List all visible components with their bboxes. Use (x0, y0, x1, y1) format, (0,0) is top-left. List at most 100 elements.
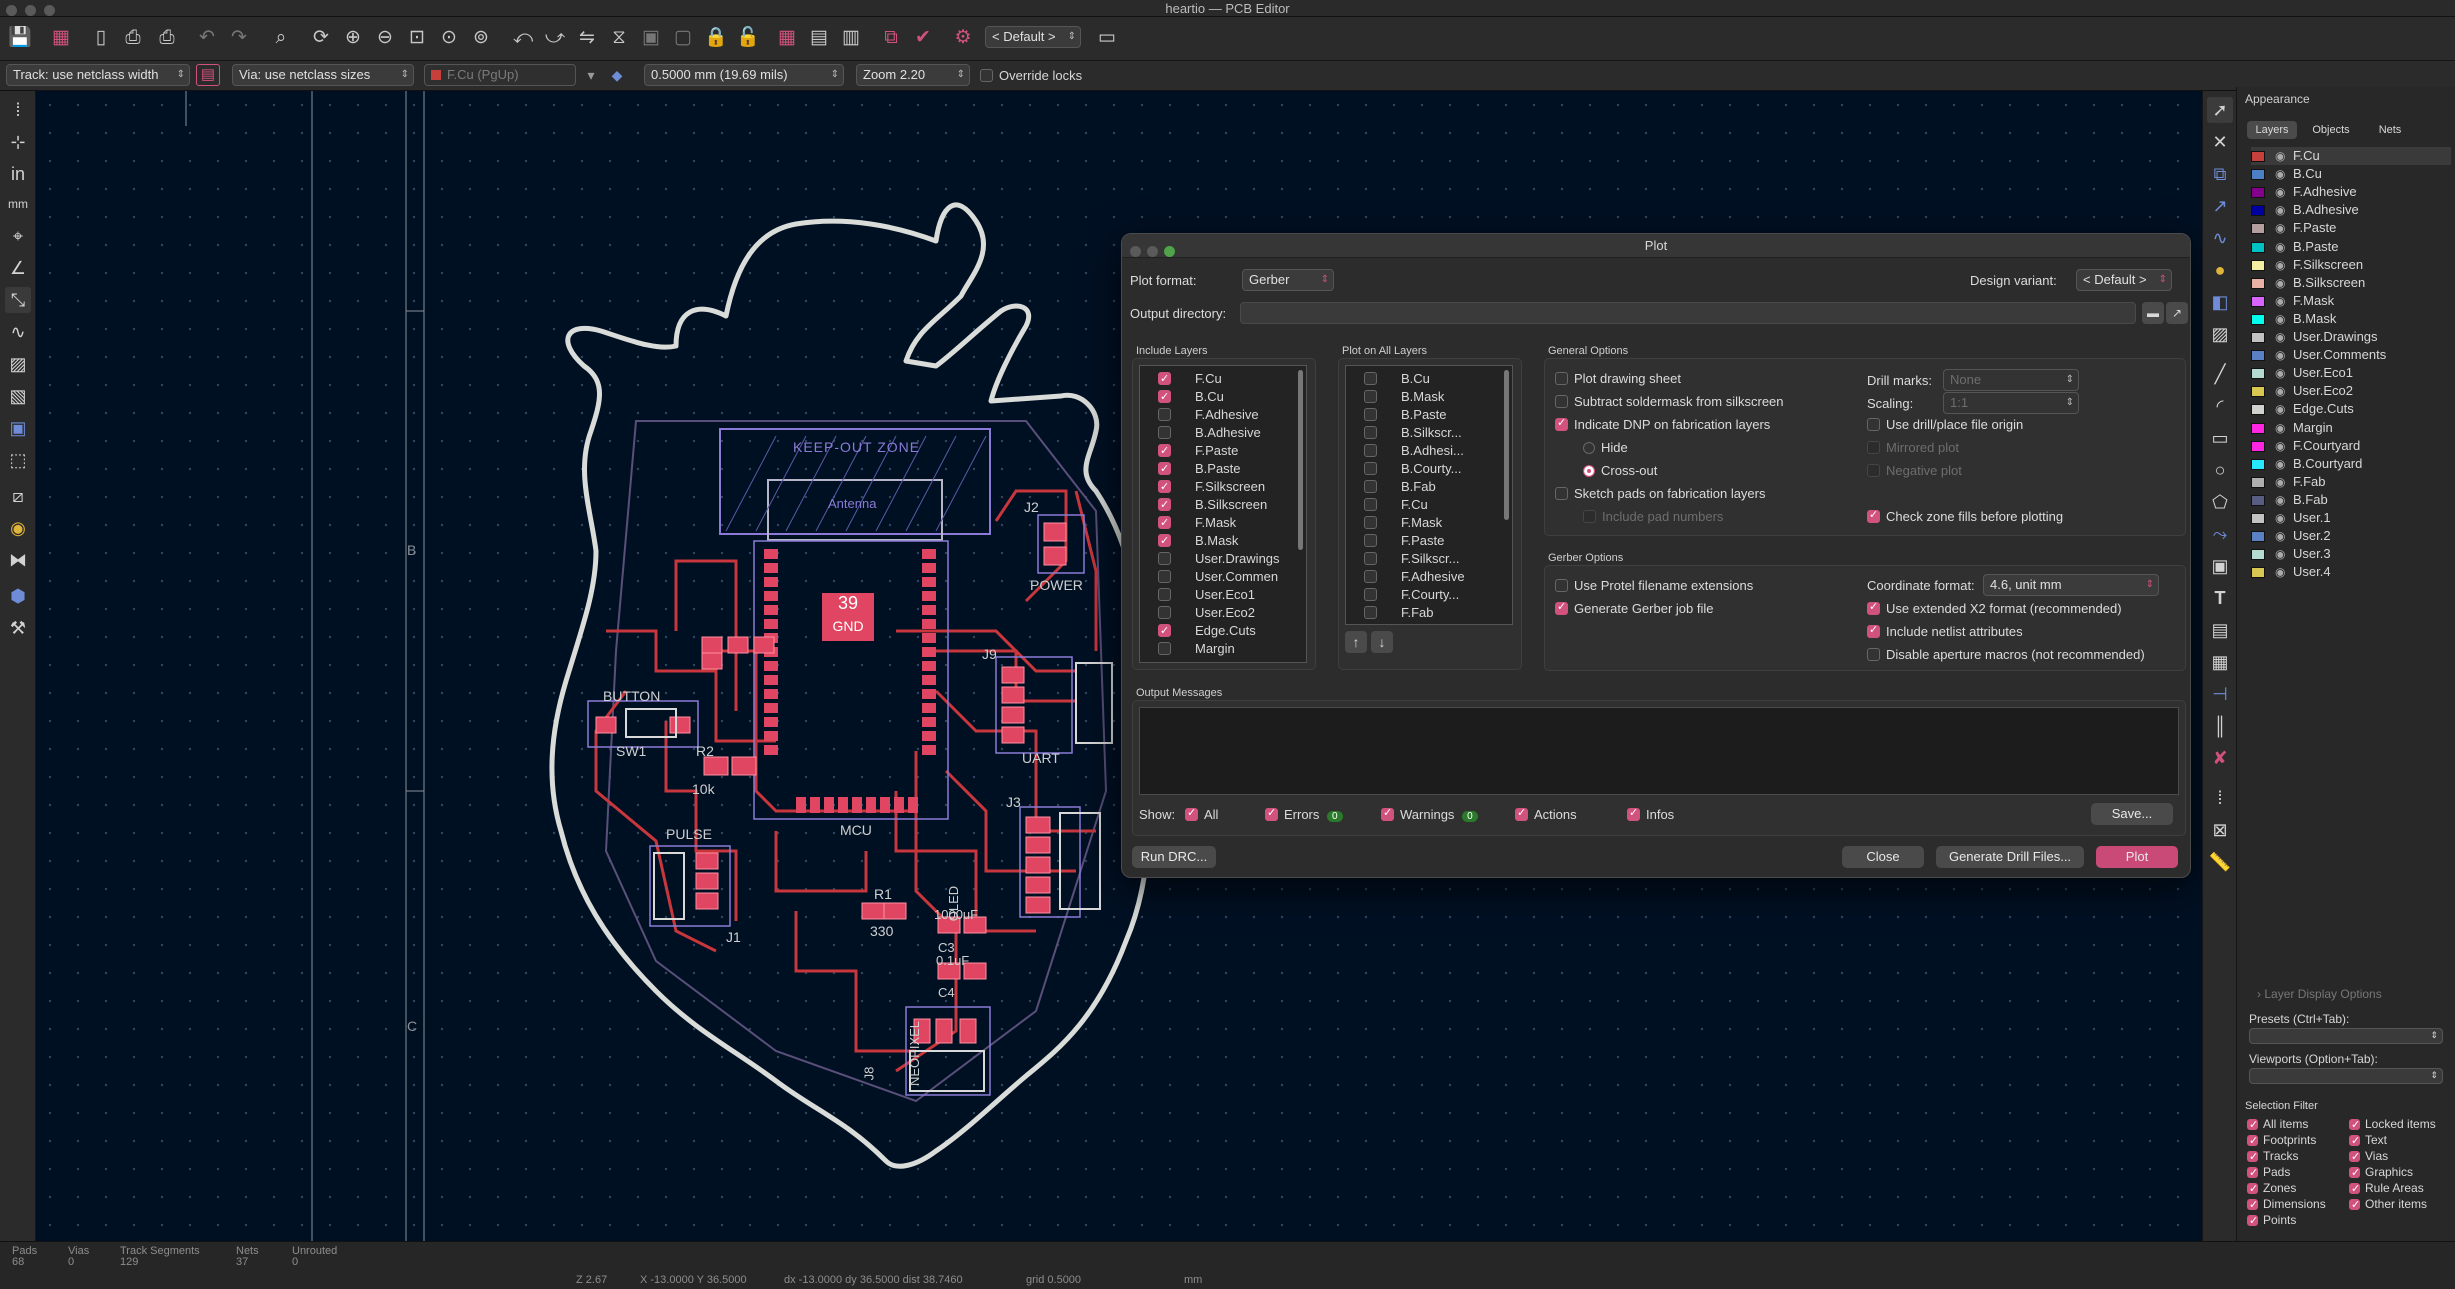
layer-color-swatch[interactable] (2251, 476, 2265, 488)
layer-color-swatch[interactable] (2251, 187, 2265, 199)
draw-circle-icon[interactable]: ○ (2207, 457, 2233, 483)
selection-filter-item[interactable]: Tracks (2247, 1148, 2326, 1165)
include-layer-item[interactable]: Edge.Cuts (1140, 622, 1306, 640)
grid-select[interactable]: 0.5000 mm (19.69 mils) ⇕ (644, 64, 844, 86)
design-variant-select[interactable]: < Default > ⇕ (2076, 269, 2172, 291)
plot-all-layer-item[interactable]: F.Fab (1346, 604, 1512, 622)
draw-polygon-icon[interactable]: ⬠ (2207, 489, 2233, 515)
net-highlight-icon[interactable]: ◉ (5, 515, 31, 541)
save-icon[interactable]: 💾 (8, 27, 32, 49)
zoom-fit-icon[interactable]: ⊡ (406, 27, 428, 49)
include-layer-item[interactable]: B.Mask (1140, 532, 1306, 550)
check-zone-fills-option[interactable]: Check zone fills before plotting (1867, 508, 2063, 524)
mirror-icon[interactable]: ⧖ (608, 27, 630, 49)
plot-all-layer-item[interactable]: F.Silkscr... (1346, 550, 1512, 568)
layer-color-swatch[interactable] (2251, 223, 2265, 235)
measure-tool-icon[interactable]: 📏 (2207, 849, 2233, 875)
layer-color-swatch[interactable] (2251, 205, 2265, 217)
layer-color-swatch[interactable] (2251, 259, 2265, 271)
selection-filter-checkbox[interactable] (2349, 1117, 2360, 1133)
plot-all-layer-checkbox[interactable] (1364, 372, 1377, 385)
move-up-icon[interactable]: ↑ (1345, 631, 1367, 653)
plot-all-layer-checkbox[interactable] (1364, 498, 1377, 511)
sketch-pads-option[interactable]: Sketch pads on fabrication layers (1555, 486, 1766, 501)
visibility-eye-icon[interactable]: ◉ (2275, 545, 2285, 563)
include-layer-item[interactable]: B.Adhesive (1140, 424, 1306, 442)
pcb-canvas[interactable]: B C KEEP-OUT ZONE Antenna 39 GND BUTTON … (36, 91, 2202, 1241)
scripting-console-icon[interactable]: ▭ (1096, 27, 1118, 49)
selection-filter-checkbox[interactable] (2247, 1181, 2258, 1197)
protel-extensions-option[interactable]: Use Protel filename extensions (1555, 578, 1753, 593)
dialog-min-dot[interactable] (1147, 246, 1158, 257)
include-layer-checkbox[interactable] (1158, 478, 1171, 496)
find-icon[interactable]: ⌕ (270, 27, 292, 49)
visibility-eye-icon[interactable]: ◉ (2275, 346, 2285, 364)
selection-filter-item[interactable]: Rule Areas (2349, 1180, 2436, 1197)
layer-color-swatch[interactable] (2251, 567, 2265, 579)
appearance-layer-row[interactable]: ◉ F.Paste (2251, 219, 2451, 237)
footprint-browser-icon[interactable]: ▤ (808, 27, 830, 49)
ratsnest-icon[interactable]: ⤡ (5, 287, 31, 313)
selection-filter-checkbox[interactable] (2247, 1117, 2258, 1133)
show-all-filter[interactable]: All (1185, 806, 1218, 822)
selection-filter-item[interactable]: Footprints (2247, 1132, 2326, 1149)
tracks-sketch-icon[interactable]: ⧄ (5, 483, 31, 509)
properties-panel-icon[interactable]: ⚒ (5, 615, 31, 641)
appearance-layer-row[interactable]: ◉ Margin (2251, 419, 2451, 437)
layer-color-swatch[interactable] (2251, 404, 2265, 416)
draw-line-icon[interactable]: ╱ (2207, 361, 2233, 387)
selection-filter-checkbox[interactable] (2349, 1149, 2360, 1165)
include-layer-checkbox[interactable] (1158, 460, 1171, 478)
plot-all-layer-item[interactable]: B.Courty... (1346, 460, 1512, 478)
layer-color-swatch[interactable] (2251, 151, 2265, 162)
redo-icon[interactable]: ↷ (228, 27, 250, 49)
plot-all-layer-item[interactable]: F.Adhesive (1346, 568, 1512, 586)
zoom-select[interactable]: Zoom 2.20 ⇕ (856, 64, 970, 86)
move-down-icon[interactable]: ↓ (1371, 631, 1393, 653)
appearance-layer-row[interactable]: ◉ User.1 (2251, 509, 2451, 527)
visibility-eye-icon[interactable]: ◉ (2275, 310, 2285, 328)
vias-sketch-icon[interactable]: ⬚ (5, 447, 31, 473)
add-image-icon[interactable]: ▣ (2207, 553, 2233, 579)
appearance-layer-row[interactable]: ◉ F.Adhesive (2251, 183, 2451, 201)
zoom-out-icon[interactable]: ⊖ (374, 27, 396, 49)
gerber-job-file-option[interactable]: Generate Gerber job file (1555, 600, 1713, 616)
appearance-layer-row[interactable]: ◉ F.Courtyard (2251, 437, 2451, 455)
dnp-crossout-radio[interactable]: Cross-out (1583, 463, 1657, 478)
layer-color-swatch[interactable] (2251, 277, 2265, 289)
include-layers-scrollbar[interactable] (1298, 370, 1303, 550)
show-actions-filter[interactable]: Actions (1515, 806, 1577, 822)
visibility-eye-icon[interactable]: ◉ (2275, 473, 2285, 491)
layer-color-swatch[interactable] (2251, 295, 2265, 307)
pads-sketch-icon[interactable]: ▣ (5, 415, 31, 441)
visibility-eye-icon[interactable]: ◉ (2275, 238, 2285, 256)
plot-all-layer-checkbox[interactable] (1364, 552, 1377, 565)
plot-all-layers-list[interactable]: B.Cu B.Mask B.Paste B.Silkscr... B.Adhesi...… (1345, 365, 1513, 625)
grid-origin-icon[interactable]: ⁞ (2207, 785, 2233, 811)
place-footprint-icon[interactable]: ⧉ (2207, 161, 2233, 187)
indicate-dnp-option[interactable]: Indicate DNP on fabrication layers (1555, 416, 1770, 432)
selection-filter-item[interactable]: Pads (2247, 1164, 2326, 1181)
selection-filter-item[interactable]: Locked items (2349, 1116, 2436, 1133)
visibility-eye-icon[interactable]: ◉ (2275, 509, 2285, 527)
visibility-eye-icon[interactable]: ◉ (2275, 328, 2285, 346)
selection-filter-checkbox[interactable] (2349, 1165, 2360, 1181)
zoom-selection-icon[interactable]: ⊚ (470, 27, 492, 49)
selection-filter-checkbox[interactable] (2247, 1165, 2258, 1181)
folder-icon[interactable]: ▬ (2142, 302, 2164, 324)
visibility-eye-icon[interactable]: ◉ (2275, 292, 2285, 310)
plot-all-layer-item[interactable]: B.Adhesi... (1346, 442, 1512, 460)
save-messages-button[interactable]: Save... (2091, 803, 2173, 825)
add-via-icon[interactable]: ◧ (2207, 289, 2233, 315)
visibility-eye-icon[interactable]: ◉ (2275, 256, 2285, 274)
plot-button[interactable]: Plot (2096, 846, 2178, 868)
include-layer-item[interactable]: User.Eco2 (1140, 604, 1306, 622)
layer-color-swatch[interactable] (2251, 513, 2265, 524)
visibility-eye-icon[interactable]: ◉ (2275, 437, 2285, 455)
selection-filter-checkbox[interactable] (2349, 1181, 2360, 1197)
zoom-in-icon[interactable]: ⊕ (342, 27, 364, 49)
board-setup-icon[interactable]: ▦ (50, 27, 72, 49)
plot-all-layer-checkbox[interactable] (1364, 534, 1377, 547)
include-layer-checkbox[interactable] (1158, 514, 1171, 532)
zone-fill-icon[interactable]: ▨ (5, 351, 31, 377)
